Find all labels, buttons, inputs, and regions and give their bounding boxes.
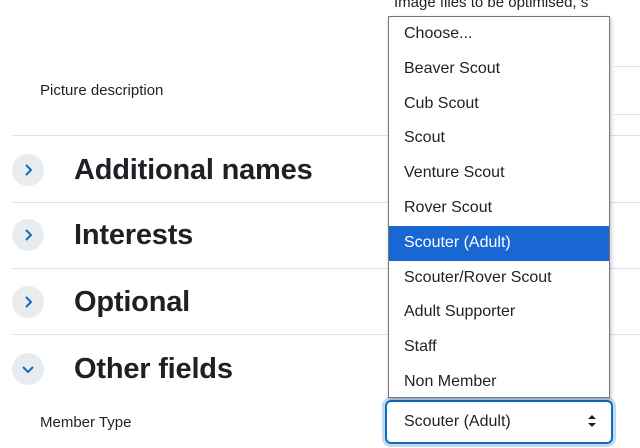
dropdown-option-scouter-rover-scout[interactable]: Scouter/Rover Scout: [389, 261, 609, 296]
section-interests[interactable]: Interests: [12, 211, 193, 259]
dropdown-option-rover-scout[interactable]: Rover Scout: [389, 191, 609, 226]
chevron-right-icon[interactable]: [12, 219, 44, 251]
dropdown-option-venture-scout[interactable]: Venture Scout: [389, 156, 609, 191]
dropdown-option-non-member[interactable]: Non Member: [389, 365, 609, 400]
select-arrows-icon: [588, 415, 596, 427]
divider: [614, 114, 640, 115]
section-title[interactable]: Interests: [74, 219, 193, 252]
dropdown-option-adult-supporter[interactable]: Adult Supporter: [389, 295, 609, 330]
section-title[interactable]: Optional: [74, 286, 190, 319]
dropdown-option-beaver-scout[interactable]: Beaver Scout: [389, 52, 609, 87]
chevron-right-icon[interactable]: [12, 154, 44, 186]
section-title[interactable]: Additional names: [74, 154, 313, 187]
dropdown-option-scouter-adult[interactable]: Scouter (Adult): [389, 225, 609, 261]
picture-description-label: Picture description: [40, 82, 164, 99]
chevron-down-icon[interactable]: [12, 353, 44, 385]
dropdown-option-cub-scout[interactable]: Cub Scout: [389, 87, 609, 122]
divider: [614, 66, 640, 67]
section-title[interactable]: Other fields: [74, 353, 233, 386]
section-other-fields[interactable]: Other fields: [12, 345, 233, 393]
member-type-value: Scouter (Adult): [404, 413, 511, 430]
image-hint-text: Image files to be optimised, s: [394, 0, 589, 11]
member-type-select[interactable]: Scouter (Adult): [385, 400, 613, 444]
chevron-right-icon[interactable]: [12, 286, 44, 318]
section-additional-names[interactable]: Additional names: [12, 146, 313, 194]
dropdown-option-choose[interactable]: Choose...: [389, 17, 609, 52]
dropdown-option-staff[interactable]: Staff: [389, 330, 609, 365]
section-optional[interactable]: Optional: [12, 278, 190, 326]
member-type-label: Member Type: [40, 414, 132, 431]
dropdown-option-scout[interactable]: Scout: [389, 121, 609, 156]
member-type-dropdown[interactable]: Choose... Beaver Scout Cub Scout Scout V…: [388, 16, 610, 398]
